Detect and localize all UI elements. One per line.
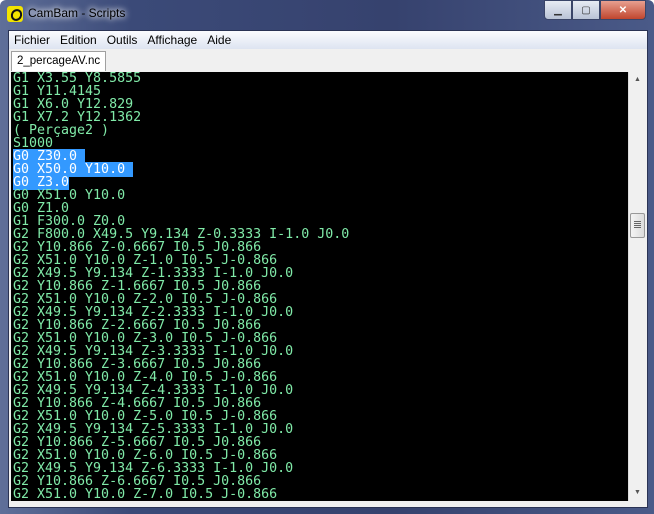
code-text: G2 X49.5 Y9.134 Z-7.3333 I-1.0 J0.0 bbox=[13, 500, 293, 502]
code-line[interactable]: S1000 bbox=[13, 137, 628, 150]
cambam-logo-icon bbox=[7, 6, 23, 22]
code-line[interactable]: G1 X3.55 Y8.5855 bbox=[13, 72, 628, 85]
close-icon: ✕ bbox=[618, 4, 628, 16]
menu-edition[interactable]: Edition bbox=[55, 31, 102, 49]
menu-affichage[interactable]: Affichage bbox=[142, 31, 202, 49]
code-line[interactable]: G0 X51.0 Y10.0 bbox=[13, 189, 628, 202]
minimize-button[interactable]: ▁ bbox=[544, 0, 572, 20]
window-title: CamBam - Scripts bbox=[28, 6, 126, 20]
scroll-down-arrow-icon[interactable]: ▼ bbox=[629, 485, 646, 501]
code-line[interactable]: G0 X50.0 Y10.0 bbox=[13, 162, 628, 177]
maximize-button[interactable]: ▢ bbox=[572, 0, 600, 20]
menu-aide[interactable]: Aide bbox=[202, 31, 236, 49]
close-button[interactable]: ✕ bbox=[600, 0, 646, 20]
scrollbar-thumb[interactable] bbox=[630, 213, 645, 238]
menu-bar: Fichier Edition Outils Affichage Aide bbox=[9, 31, 647, 49]
client-area: Fichier Edition Outils Affichage Aide 2_… bbox=[8, 30, 648, 508]
gcode-text[interactable]: G1 X3.55 Y8.5855 G1 Y11.4145 G1 X6.0 Y12.8… bbox=[11, 72, 628, 501]
scroll-up-arrow-icon[interactable]: ▲ bbox=[629, 72, 646, 88]
code-line[interactable]: ( Perçage2 ) bbox=[13, 124, 628, 137]
code-text: G2 X51.0 Y10.0 Z-7.0 I0.5 J-0.866 bbox=[13, 487, 278, 501]
app-window: CamBam - Scripts ▁ ▢ ✕ Fichier Edition O… bbox=[0, 0, 654, 514]
menu-outils[interactable]: Outils bbox=[102, 31, 143, 49]
vertical-scrollbar[interactable]: ▲ ▼ bbox=[628, 72, 646, 501]
title-bar[interactable]: CamBam - Scripts ▁ ▢ ✕ bbox=[0, 0, 654, 30]
minimize-icon: ▁ bbox=[554, 4, 562, 16]
menu-fichier[interactable]: Fichier bbox=[9, 31, 55, 49]
maximize-icon: ▢ bbox=[581, 4, 591, 16]
tab-strip: 2_percageAV.nc bbox=[9, 49, 647, 71]
tab-2-percageav-nc[interactable]: 2_percageAV.nc bbox=[11, 51, 107, 71]
code-editor[interactable]: G1 X3.55 Y8.5855 G1 Y11.4145 G1 X6.0 Y12.8… bbox=[11, 72, 628, 501]
